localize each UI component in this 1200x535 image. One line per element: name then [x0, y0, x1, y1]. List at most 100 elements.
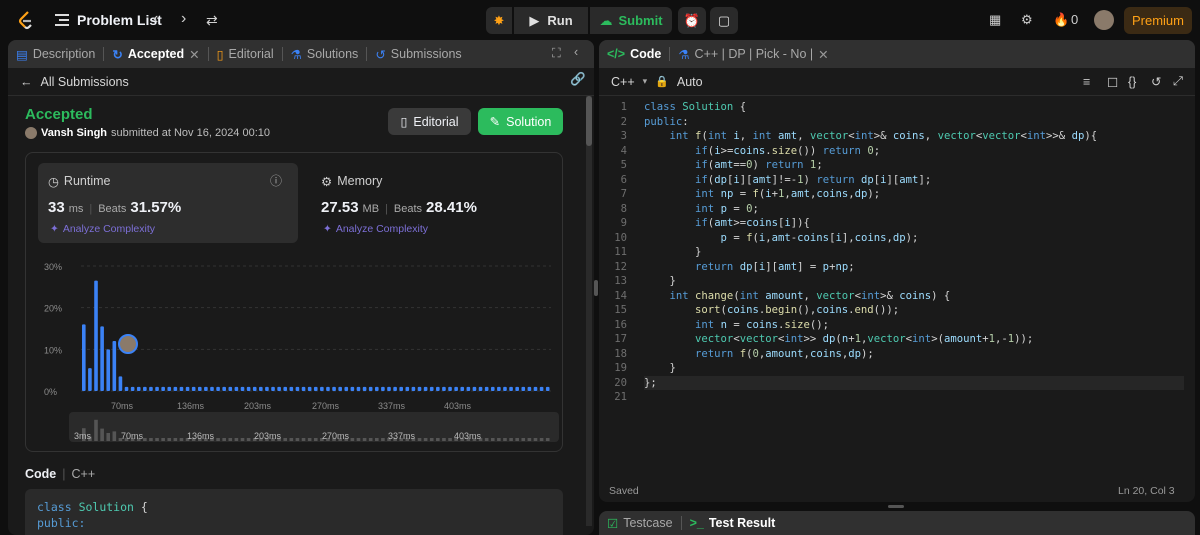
editorial-button-label: Editorial [413, 114, 459, 129]
analyze-complexity-link[interactable]: Analyze Complexity [336, 223, 428, 235]
all-submissions-label: All Submissions [40, 74, 129, 89]
mini-tick-label: 3ms [74, 431, 92, 441]
mini-tick-label: 337ms [388, 431, 416, 441]
code-editor[interactable]: 1 class Solution {2 public: 3 int f(int i, … [599, 100, 1195, 410]
left-panel: ▤ Description ↻ Accepted ✕ ▯ Editorial ⚗ Solu… [8, 40, 594, 535]
solution-button[interactable]: ✎ Solution [478, 108, 563, 135]
flask-icon: ⚗ [290, 47, 302, 62]
mini-bar [429, 438, 434, 441]
editorial-button[interactable]: ▯ Editorial [388, 108, 471, 135]
line-number: 11 [614, 246, 627, 258]
streak-flame-icon[interactable]: 🔥 [1053, 12, 1069, 28]
link-icon[interactable]: 🔗 [570, 72, 586, 87]
prev-problem-icon[interactable]: ‹ [153, 10, 158, 28]
bookmark-icon[interactable]: ☐ [1107, 75, 1118, 90]
code-section-label: Code [25, 467, 57, 481]
mini-bar [545, 438, 550, 441]
maximize-icon[interactable]: ⛶ [552, 46, 561, 61]
line-number: 8 [620, 202, 627, 215]
mini-bar [484, 438, 489, 441]
premium-button[interactable]: Premium [1124, 7, 1192, 34]
memory-box[interactable]: ⚙ Memory 27.53 MB | Beats 28.41% ✦ Analyze… [311, 163, 551, 243]
shuffle-icon[interactable]: ⇄ [206, 12, 218, 29]
chart-bar [399, 386, 404, 391]
close-tab-icon[interactable]: ✕ [818, 47, 828, 62]
braces-icon[interactable]: {} [1128, 75, 1136, 89]
format-icon[interactable]: ≡ [1083, 75, 1090, 89]
code-line: class Solution { [644, 101, 747, 113]
user-avatar[interactable] [1094, 10, 1114, 30]
tab-description[interactable]: ▤ Description [8, 40, 103, 68]
username[interactable]: Vansh Singh [41, 127, 107, 139]
chart-bar [356, 386, 361, 391]
chart-bar [149, 386, 153, 391]
chart-bar [509, 386, 513, 391]
tab-code[interactable]: </> Code [599, 40, 669, 68]
tab-testcase[interactable]: ☑ Testcase [599, 511, 681, 535]
mini-bar [301, 438, 306, 441]
chart-bar [411, 386, 416, 391]
debug-button[interactable]: ✸ [486, 7, 512, 34]
leetcode-logo-icon[interactable] [16, 10, 36, 30]
chart-bar [521, 386, 526, 391]
all-submissions-bar[interactable]: ← All Submissions 🔗 [8, 68, 594, 96]
scrollbar-thumb[interactable] [586, 96, 592, 146]
terminal-icon: >_ [689, 516, 704, 530]
code-line: if(dp[i][amt]!=-1) return dp[i][amt]; [695, 173, 932, 186]
runtime-beats: 31.57% [130, 199, 182, 216]
chevron-down-icon[interactable]: ▾ [643, 76, 648, 87]
chart-bar [454, 386, 458, 391]
close-tab-icon[interactable]: ✕ [189, 47, 199, 62]
tab-test-result[interactable]: >_ Test Result [682, 511, 784, 535]
settings-gear-icon[interactable]: ⚙ [1021, 12, 1033, 28]
layout-icon[interactable]: ▦ [989, 12, 1001, 28]
tab-note-file[interactable]: ⚗ C++ | DP | Pick - No | ✕ [670, 40, 836, 68]
mini-bar [509, 438, 513, 441]
notes-button[interactable]: ▢ [710, 7, 738, 34]
code-line: if(amt>=coins[i]){ [695, 217, 810, 229]
code-preview-line-2: public: [37, 516, 86, 530]
problem-list-button[interactable]: Problem List [55, 12, 162, 28]
submit-label: Submit [618, 13, 663, 28]
language-selector[interactable]: C++ [611, 75, 635, 89]
timer-button[interactable]: ⏰ [678, 7, 706, 34]
mini-bar [533, 438, 538, 441]
line-number: 9 [620, 217, 627, 229]
mini-bar [112, 431, 117, 441]
tab-accepted-label: Accepted [127, 47, 185, 61]
runtime-box[interactable]: ◷ Runtime ⓘ 33 ms | Beats 31.57% ✦ Analyze… [38, 163, 298, 243]
tab-accepted[interactable]: ↻ Accepted ✕ [104, 40, 207, 68]
mini-bar [234, 438, 239, 441]
code-line: sort(coins.begin(),coins.end()); [695, 304, 900, 316]
memory-unit: MB [362, 203, 380, 215]
chart-bar [88, 368, 92, 391]
next-problem-icon[interactable]: › [181, 10, 186, 28]
expand-icon[interactable]: ⤢ [1173, 74, 1183, 89]
vertical-splitter-handle[interactable] [594, 280, 598, 296]
analyze-complexity-link[interactable]: Analyze Complexity [63, 223, 155, 235]
mini-bar [295, 438, 300, 441]
back-arrow-icon[interactable]: ← [20, 75, 33, 89]
chart-bar [185, 386, 190, 391]
mini-bar [216, 438, 220, 441]
chart-bar [387, 386, 391, 391]
tab-solutions[interactable]: ⚗ Solutions [283, 40, 367, 68]
line-number: 15 [614, 304, 627, 316]
divider: | [385, 203, 388, 215]
run-button[interactable]: ▶ Run [514, 7, 588, 34]
chart-bar [326, 386, 330, 391]
runtime-distribution-chart[interactable]: 30% 20% 10% 0% 70ms 136ms 203ms 270ms 337ms 403ms… [26, 248, 562, 448]
code-language: C++ [71, 467, 96, 481]
reset-icon[interactable]: ↺ [1151, 74, 1161, 89]
info-icon[interactable]: ⓘ [270, 172, 282, 189]
code-line: int np = f(i+1,amt,coins,dp); [695, 188, 881, 200]
horizontal-splitter-handle[interactable] [888, 505, 904, 508]
tab-submissions[interactable]: ↺ Submissions [367, 40, 469, 68]
collapse-panel-icon[interactable]: ‹ [574, 45, 578, 59]
left-scrollbar[interactable] [586, 96, 592, 526]
chart-bar [503, 386, 507, 391]
auto-mode-label[interactable]: Auto [677, 75, 703, 89]
submit-button[interactable]: ☁ Submit [590, 7, 672, 34]
tab-editorial[interactable]: ▯ Editorial [209, 40, 282, 68]
tab-note-label: C++ | DP | Pick - No | [694, 47, 814, 61]
